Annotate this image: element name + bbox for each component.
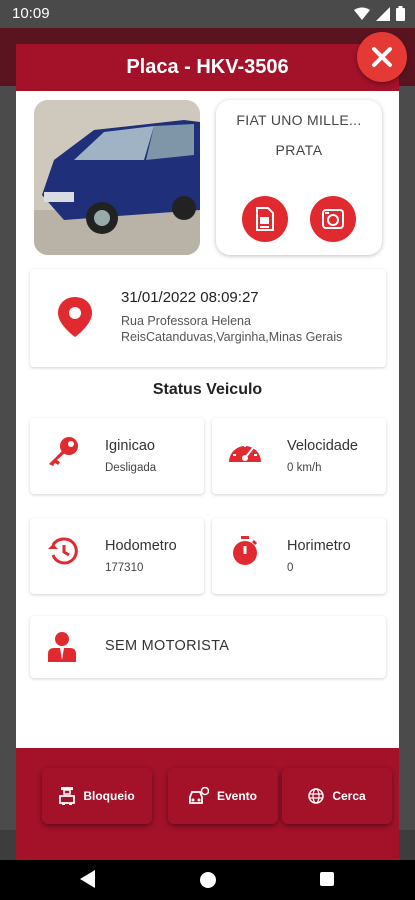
odometer-card: Hodometro 177310 [30, 518, 204, 594]
vehicle-info-card: FIAT UNO MILLE... PRATA [216, 100, 382, 255]
dialog-footer: Bloqueio Evento Cerca [16, 748, 399, 860]
block-icon [59, 787, 76, 805]
recent-apps-icon[interactable] [320, 872, 334, 886]
ignition-label: Iginicao [105, 438, 155, 454]
back-icon[interactable] [80, 870, 96, 888]
status-time: 10:09 [12, 5, 50, 22]
document-button[interactable] [242, 196, 288, 242]
event-car-icon [189, 787, 209, 804]
ignition-card: Iginicao Desligada [30, 418, 204, 494]
event-label: Evento [216, 789, 257, 803]
speed-label: Velocidade [287, 438, 358, 454]
history-icon [46, 534, 80, 568]
status-icons [354, 6, 405, 21]
close-button[interactable] [357, 32, 407, 82]
location-card[interactable]: 31/01/2022 08:09:27 Rua Professora Helen… [30, 269, 386, 367]
driver-icon [48, 632, 76, 662]
vehicle-model: FIAT UNO MILLE... [236, 112, 362, 128]
camera-button[interactable] [310, 196, 356, 242]
speed-card: Velocidade 0 km/h [212, 418, 386, 494]
location-pin-icon [58, 297, 92, 337]
block-label: Bloqueio [83, 789, 135, 803]
hourmeter-card: Horimetro 0 [212, 518, 386, 594]
location-address: Rua Professora Helena ReisCatanduvas,Var… [121, 313, 381, 345]
home-icon[interactable] [200, 872, 216, 888]
fence-button[interactable]: Cerca [282, 768, 392, 824]
document-icon [256, 207, 274, 231]
wifi-icon [354, 7, 370, 20]
speed-value: 0 km/h [287, 462, 322, 474]
odometer-value: 177310 [105, 562, 144, 574]
odometer-label: Hodometro [105, 538, 177, 554]
camera-icon [322, 209, 344, 229]
stopwatch-icon [228, 534, 262, 568]
driver-card[interactable]: SEM MOTORISTA [30, 616, 386, 678]
event-button[interactable]: Evento [168, 768, 278, 824]
address-line-1: Rua Professora Helena [121, 314, 251, 328]
dialog-title: Placa - HKV-3506 [16, 44, 399, 91]
block-button[interactable]: Bloqueio [42, 768, 152, 824]
vehicle-dialog: Placa - HKV-3506 FIAT UNO MILLE... PRATA… [16, 44, 399, 860]
hourmeter-value: 0 [287, 562, 294, 574]
globe-icon [308, 788, 325, 804]
speedometer-icon [228, 434, 262, 468]
hourmeter-label: Horimetro [287, 538, 351, 554]
vehicle-color: PRATA [275, 142, 323, 158]
fence-label: Cerca [332, 789, 366, 803]
section-title: Status Veiculo [152, 381, 263, 398]
driver-label: SEM MOTORISTA [105, 638, 230, 654]
close-icon [372, 47, 392, 67]
signal-icon [376, 6, 390, 21]
ignition-value: Desligada [105, 462, 157, 474]
location-datetime: 31/01/2022 08:09:27 [121, 289, 259, 306]
vehicle-photo [34, 100, 200, 255]
battery-icon [396, 6, 405, 21]
key-icon [46, 434, 80, 468]
navigation-bar [0, 860, 415, 900]
address-line-2: ReisCatanduvas,Varginha,Minas Gerais [121, 330, 343, 344]
status-bar: 10:09 [0, 0, 415, 28]
